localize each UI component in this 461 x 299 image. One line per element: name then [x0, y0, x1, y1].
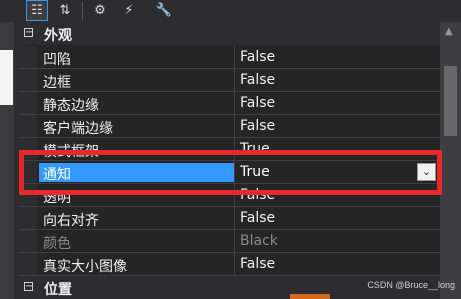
row-gutter	[19, 69, 37, 91]
row-gutter	[19, 207, 37, 229]
property-pages-button[interactable]: 🔧	[153, 0, 175, 21]
property-row-real-size-image[interactable]: 真实大小图像 False	[19, 253, 440, 276]
properties-button[interactable]: ⚙	[89, 0, 111, 21]
property-row-client-edge[interactable]: 客户端边缘 False	[19, 115, 440, 138]
property-value[interactable]: False	[240, 210, 275, 226]
property-value[interactable]: False	[240, 256, 275, 272]
properties-icon: ⚙	[94, 3, 106, 18]
watermark: CSDN @Bruce__long	[367, 280, 455, 290]
property-name: 客户端边缘	[43, 121, 113, 137]
annotation-highlight-box	[19, 150, 442, 195]
property-row-right-align[interactable]: 向右对齐 False	[19, 207, 440, 230]
property-value[interactable]: False	[240, 72, 275, 88]
categorized-view-button[interactable]: ☷	[26, 0, 48, 21]
category-label: 位置	[44, 282, 72, 298]
column-divider	[234, 46, 235, 68]
row-gutter	[19, 253, 37, 275]
categorized-icon: ☷	[31, 3, 43, 18]
category-label: 外观	[44, 28, 72, 44]
wrench-icon: 🔧	[155, 3, 173, 18]
category-appearance[interactable]: − 外观	[19, 22, 440, 45]
scroll-up-icon[interactable]: ▲	[445, 26, 453, 37]
property-name: 向右对齐	[43, 213, 99, 229]
property-value[interactable]: False	[240, 49, 275, 65]
events-button[interactable]: ⚡	[118, 0, 140, 21]
column-divider	[234, 253, 235, 275]
column-divider	[234, 92, 235, 114]
decorative-edge	[290, 294, 330, 299]
property-name: 边框	[43, 75, 71, 91]
collapse-icon[interactable]: −	[24, 28, 33, 38]
property-name: 颜色	[43, 236, 71, 252]
property-value: Black	[240, 233, 278, 249]
alphabetical-view-button[interactable]: ⇅	[54, 0, 76, 21]
scrollbar-thumb[interactable]	[444, 66, 457, 136]
property-row-color[interactable]: 颜色 Black	[19, 230, 440, 253]
row-gutter	[19, 92, 37, 114]
column-divider	[234, 230, 235, 252]
row-gutter	[19, 46, 37, 68]
property-toolbar: ☷ ⇅ ⚙ ⚡ 🔧	[0, 0, 461, 22]
property-name: 静态边缘	[43, 98, 99, 114]
left-pane-edge	[0, 22, 19, 299]
column-divider	[234, 115, 235, 137]
property-value[interactable]: False	[240, 95, 275, 111]
property-value[interactable]: False	[240, 118, 275, 134]
row-gutter	[19, 115, 37, 137]
column-divider	[234, 69, 235, 91]
pane-light-area	[0, 50, 13, 105]
property-name: 真实大小图像	[43, 259, 127, 275]
collapse-icon[interactable]: −	[24, 282, 33, 292]
property-name: 凹陷	[43, 52, 71, 68]
property-row-sunken[interactable]: 凹陷 False	[19, 46, 440, 69]
row-gutter	[19, 230, 37, 252]
column-divider	[234, 207, 235, 229]
property-row-static-edge[interactable]: 静态边缘 False	[19, 92, 440, 115]
property-row-border[interactable]: 边框 False	[19, 69, 440, 92]
vertical-scrollbar[interactable]: ▲	[440, 22, 461, 299]
alphabetical-icon: ⇅	[59, 3, 71, 18]
toolbar-separator	[82, 2, 83, 20]
lightning-icon: ⚡	[124, 3, 134, 18]
